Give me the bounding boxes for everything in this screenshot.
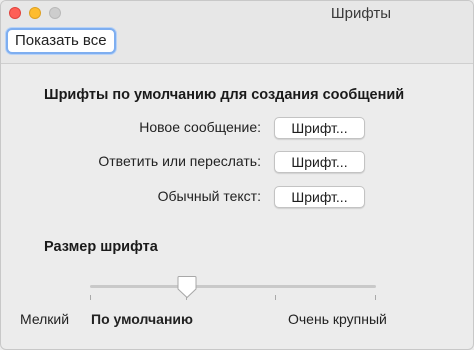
window-title: Шрифты — [330, 5, 392, 22]
fonts-window: Шрифты Показать все Шрифты по умолчанию … — [0, 0, 474, 350]
font-size-heading: Размер шрифта — [44, 239, 158, 255]
minimize-window-button[interactable] — [29, 7, 41, 19]
plain-text-label: Обычный текст: — [157, 188, 261, 204]
zoom-window-button[interactable] — [49, 7, 61, 19]
title-bar: Шрифты Показать все — [1, 1, 473, 64]
slider-tick — [90, 295, 91, 300]
close-window-button[interactable] — [9, 7, 21, 19]
reply-forward-font-button[interactable]: Шрифт... — [274, 151, 365, 173]
font-size-slider-track[interactable] — [90, 285, 376, 288]
reply-forward-label: Ответить или переслать: — [98, 153, 261, 169]
new-message-font-button[interactable]: Шрифт... — [274, 117, 365, 139]
show-all-button[interactable]: Показать все — [6, 28, 116, 54]
plain-text-font-button[interactable]: Шрифт... — [274, 186, 365, 208]
size-small-label: Мелкий — [20, 311, 70, 327]
new-message-label: Новое сообщение: — [139, 119, 261, 135]
default-fonts-heading: Шрифты по умолчанию для создания сообщен… — [44, 87, 405, 103]
size-very-large-label: Очень крупный — [288, 311, 387, 327]
slider-tick — [375, 295, 376, 300]
slider-tick — [275, 295, 276, 300]
font-size-slider-knob[interactable] — [177, 275, 197, 299]
size-default-label: По умолчанию — [91, 311, 193, 327]
